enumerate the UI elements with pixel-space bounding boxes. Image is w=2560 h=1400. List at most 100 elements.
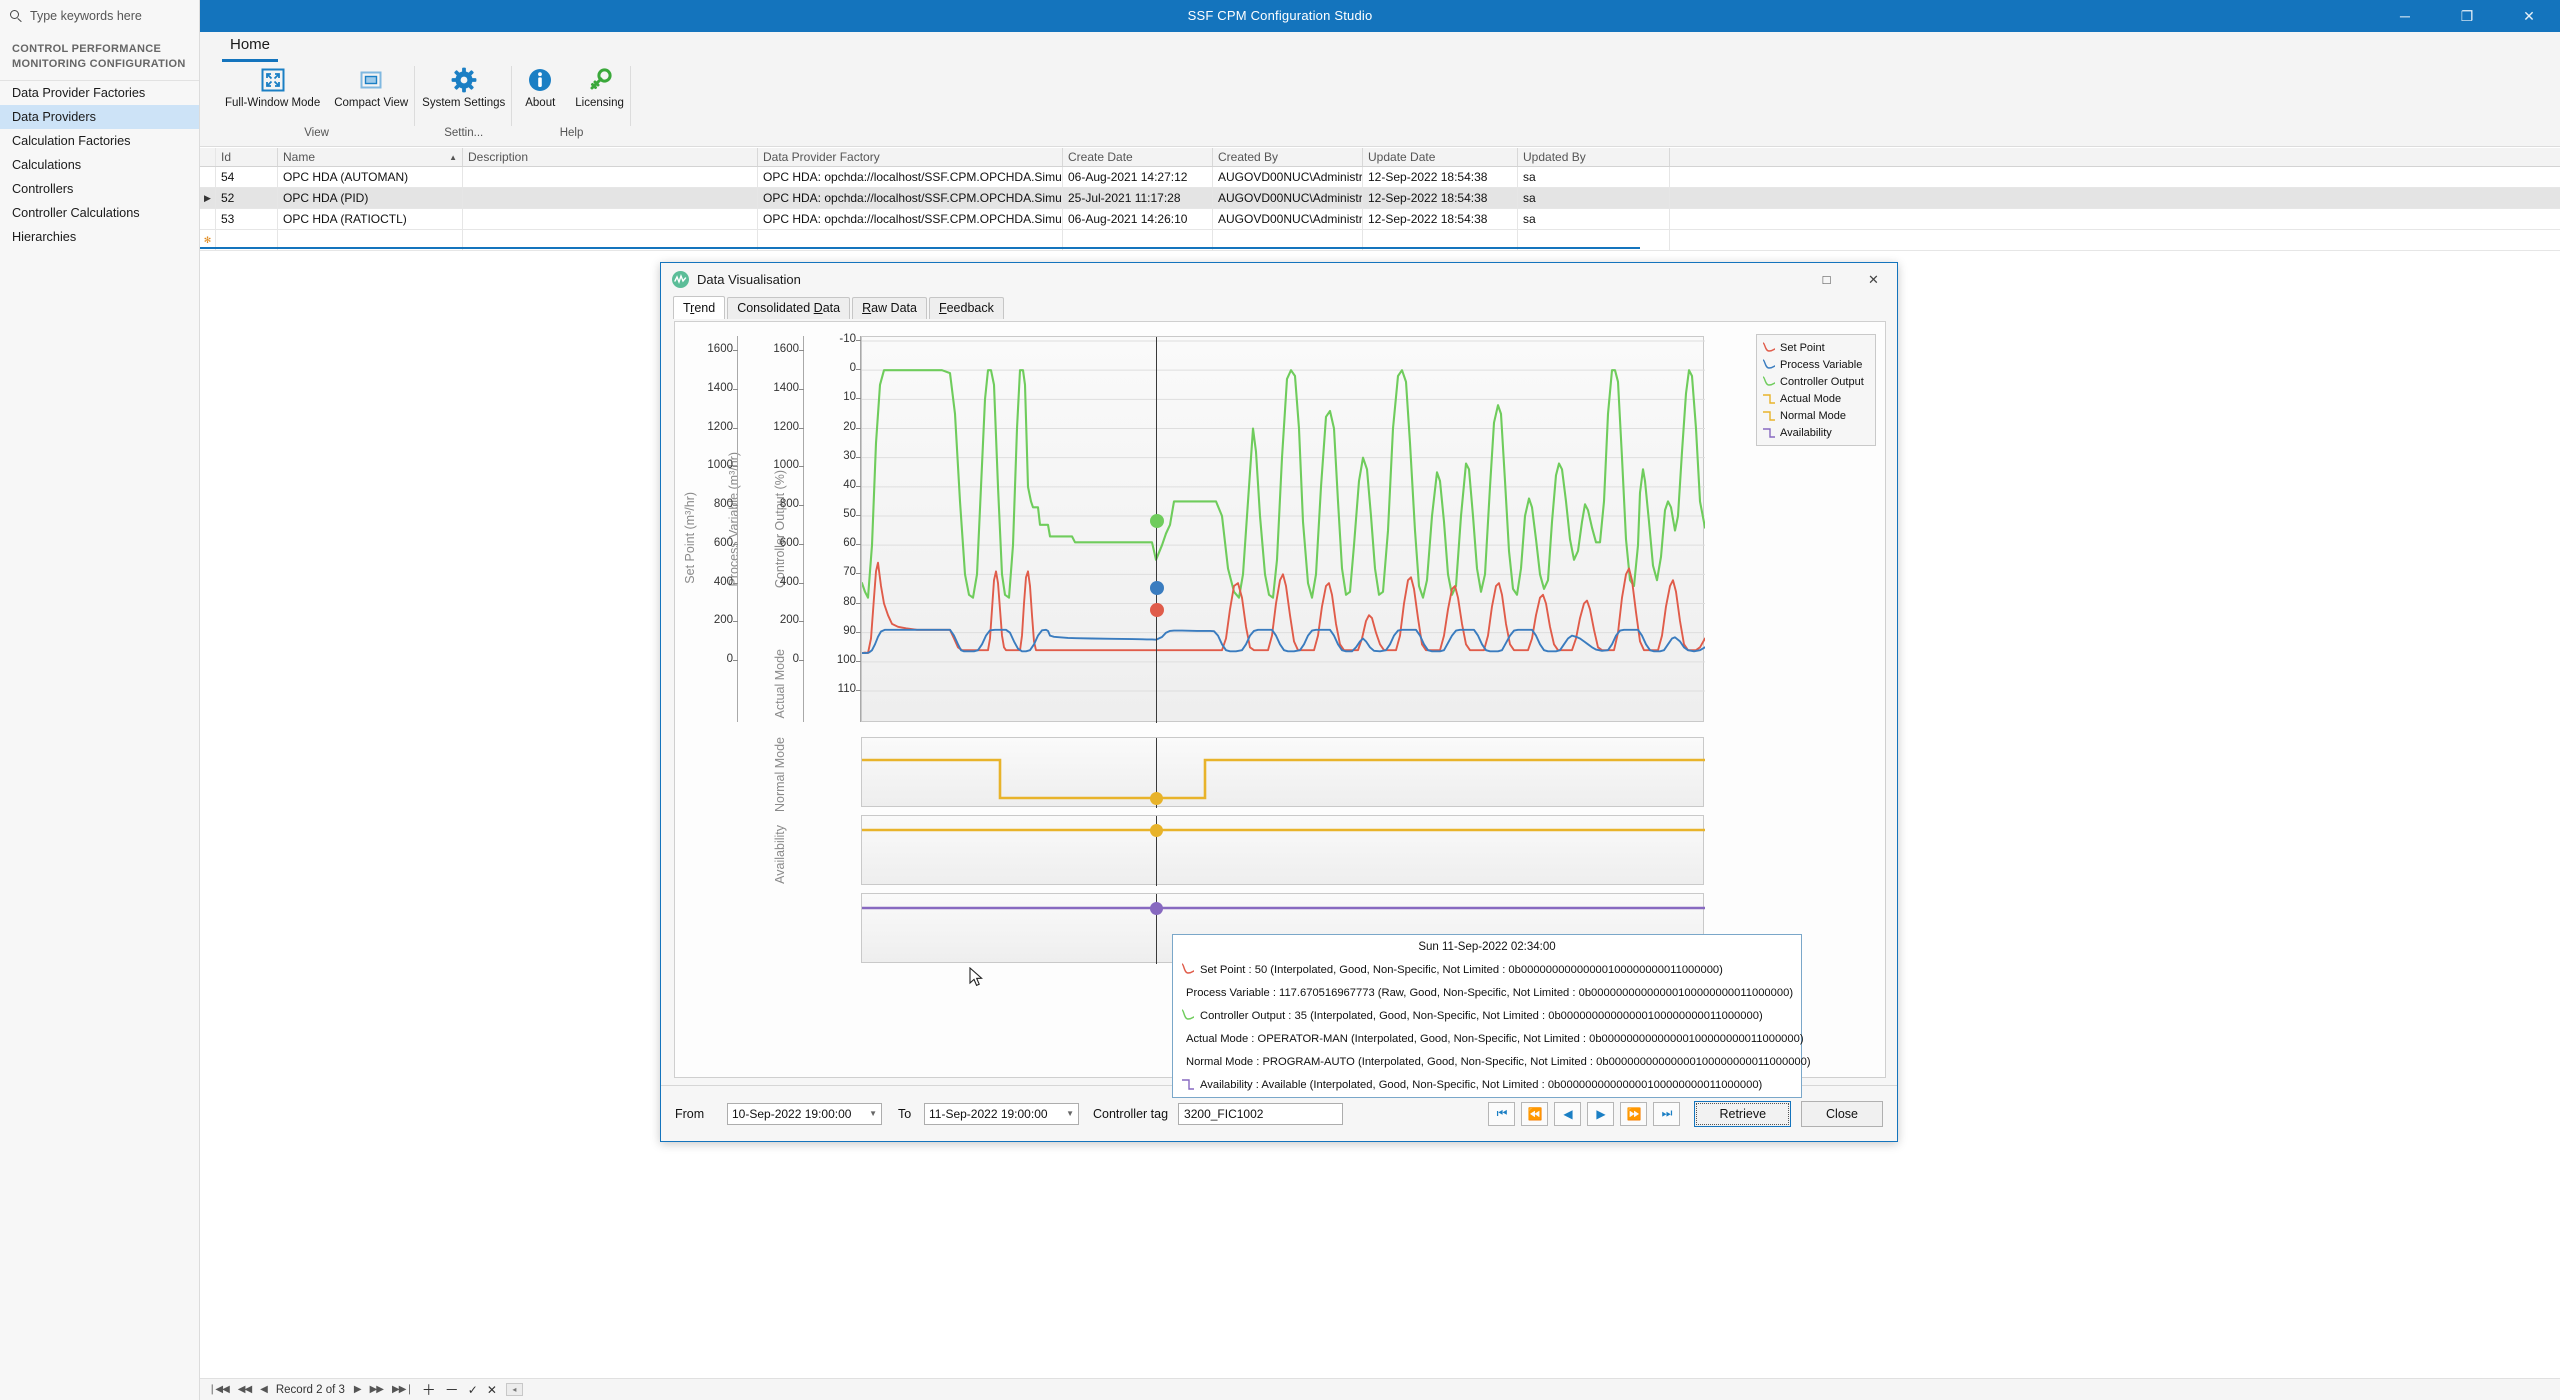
cursor-point-availability [1150,902,1163,915]
legend-step-icon [1763,393,1775,404]
grid-col-description[interactable]: Description [463,148,758,166]
table-row[interactable]: ▶ 52 OPC HDA (PID) OPC HDA: opchda://loc… [200,188,2560,209]
ribbon-group-settings: System Settings Settin... [415,62,513,146]
horizontal-scrollbar[interactable] [200,247,1640,249]
sidebar-item-hierarchies[interactable]: Hierarchies [0,225,199,249]
legend-curve-icon [1762,341,1776,352]
actual-mode-plot-area[interactable] [861,737,1705,808]
axis-tick-label: 1000 [707,459,733,472]
cell-name: OPC HDA (PID) [278,188,463,208]
cell-update-date: 12-Sep-2022 18:54:38 [1363,167,1518,187]
cancel-icon[interactable]: ✕ [487,1383,497,1397]
legend-item-actual-mode[interactable]: Actual Mode [1762,390,1870,407]
data-visualisation-dialog: Data Visualisation □ ✕ Trend Consolidate… [660,262,1898,1142]
table-row[interactable]: 53 OPC HDA (RATIOCTL) OPC HDA: opchda://… [200,209,2560,230]
compact-view-button[interactable]: Compact View [327,62,415,126]
axis-tick-mark [733,505,738,506]
close-button[interactable]: Close [1801,1100,1883,1127]
axis-label-controller-output: Controller Output (%) [773,470,787,589]
tab-trend[interactable]: Trend [673,296,726,319]
prev-page-icon[interactable]: ◀◀ [238,1384,252,1395]
normal-mode-plot-area[interactable] [861,815,1705,886]
first-record-icon[interactable]: ❘◀◀ [208,1384,230,1395]
axis-tick-mark [733,427,738,429]
tooltip-row-text: Process Variable : 117.670516967773 (Raw… [1186,986,1794,999]
axis-tick-mark [733,660,738,661]
minimize-icon[interactable]: ─ [2374,0,2436,32]
grid-col-update-date[interactable]: Update Date [1363,148,1518,166]
axis-tick-mark [799,582,804,584]
cell-factory: OPC HDA: opchda://localhost/SSF.CPM.OPCH… [758,209,1063,229]
axis-tick-label: 70 [843,566,856,579]
dialog-maximize-icon[interactable]: □ [1803,263,1850,296]
add-record-icon[interactable]: ＋ [422,1380,436,1400]
cursor-line-main[interactable] [1156,337,1157,723]
sidebar-item-controllers[interactable]: Controllers [0,177,199,201]
licensing-button[interactable]: Licensing [568,62,631,126]
accept-icon[interactable]: ✓ [468,1383,478,1397]
search-box[interactable]: Type keywords here [0,0,199,32]
axis-tick-label: 0 [849,362,856,375]
forward-button[interactable]: ▶ [1587,1101,1615,1126]
fast-forward-button[interactable]: ⏩ [1620,1101,1648,1126]
ribbon-group-divider [629,66,631,126]
main-plot-area[interactable] [861,336,1705,723]
legend-label: Actual Mode [1780,392,1842,405]
retrieve-button[interactable]: Retrieve [1694,1100,1792,1127]
table-row[interactable]: 54 OPC HDA (AUTOMAN) OPC HDA: opchda://l… [200,167,2560,188]
legend-item-normal-mode[interactable]: Normal Mode [1762,407,1870,424]
trend-chart[interactable]: Set Point (m³/hr) Process Variable (m³/h… [674,321,1886,1098]
grid-col-created-by[interactable]: Created By [1213,148,1363,166]
tab-raw-data[interactable]: Raw Data [852,297,927,319]
from-datetime-input[interactable]: 10-Sep-2022 19:00:00 ▼ [727,1102,882,1125]
tab-feedback[interactable]: Feedback [928,297,1004,319]
cell-id: 52 [216,188,278,208]
dialog-close-icon[interactable]: ✕ [1850,263,1897,296]
ribbon-tab-home[interactable]: Home [222,32,279,62]
sidebar-item-controller-calculations[interactable]: Controller Calculations [0,201,199,225]
delete-record-icon[interactable]: － [445,1380,459,1400]
legend-item-controller-output[interactable]: Controller Output [1762,373,1870,390]
tab-consolidated-data[interactable]: Consolidated Data [727,297,851,319]
sidebar-item-data-providers[interactable]: Data Providers [0,104,199,129]
backward-button[interactable]: ◀ [1554,1101,1582,1126]
next-page-icon[interactable]: ▶▶ [370,1384,384,1395]
axis-tick-mark [799,427,804,429]
key-icon [586,66,614,94]
grid-col-updated-by[interactable]: Updated By [1518,148,1670,166]
axis-label-process-variable: Process Variable (m³/hr) [727,452,741,587]
system-settings-button[interactable]: System Settings [415,62,512,126]
tooltip-series-icon [1182,1079,1194,1090]
prev-record-icon[interactable]: ◀ [260,1384,268,1395]
to-datetime-input[interactable]: 11-Sep-2022 19:00:00 ▼ [924,1102,1079,1125]
filter-box-icon[interactable]: ◂ [505,1383,523,1396]
sidebar-item-calculation-factories[interactable]: Calculation Factories [0,129,199,153]
chevron-down-icon[interactable]: ▼ [869,1109,877,1118]
first-record-button[interactable]: ⏮ [1488,1101,1516,1126]
legend-item-availability[interactable]: Availability [1762,424,1870,441]
legend-item-set-point[interactable]: Set Point [1762,339,1870,356]
full-window-mode-button[interactable]: Full-Window Mode [218,62,327,126]
axis-tick-label: 600 [779,536,799,549]
sidebar-item-calculations[interactable]: Calculations [0,153,199,177]
legend-item-process-variable[interactable]: Process Variable [1762,356,1870,373]
next-record-icon[interactable]: ▶ [354,1384,362,1395]
restore-icon[interactable]: ❐ [2436,0,2498,32]
last-record-button[interactable]: ⏭ [1653,1101,1681,1126]
last-record-icon[interactable]: ▶▶❘ [392,1384,414,1395]
sidebar-item-data-provider-factories[interactable]: Data Provider Factories [0,81,199,105]
controller-tag-input[interactable]: 3200_FIC1002 [1178,1102,1344,1125]
grid-col-name[interactable]: Name ▲ [278,148,463,166]
axis-tick-label: 1400 [773,381,799,394]
about-button[interactable]: About [512,62,568,126]
legend-label: Set Point [1780,341,1825,354]
close-icon[interactable]: ✕ [2498,0,2560,32]
grid-col-id[interactable]: Id [216,148,278,166]
chevron-down-icon[interactable]: ▼ [1066,1109,1074,1118]
grid-col-create-date[interactable]: Create Date [1063,148,1213,166]
grid-header-row: Id Name ▲ Description Data Provider Fact… [200,148,2560,167]
sort-ascending-icon: ▲ [449,152,457,162]
grid-col-factory[interactable]: Data Provider Factory [758,148,1063,166]
axis-tick-mark [799,466,804,468]
fast-backward-button[interactable]: ⏪ [1521,1101,1549,1126]
